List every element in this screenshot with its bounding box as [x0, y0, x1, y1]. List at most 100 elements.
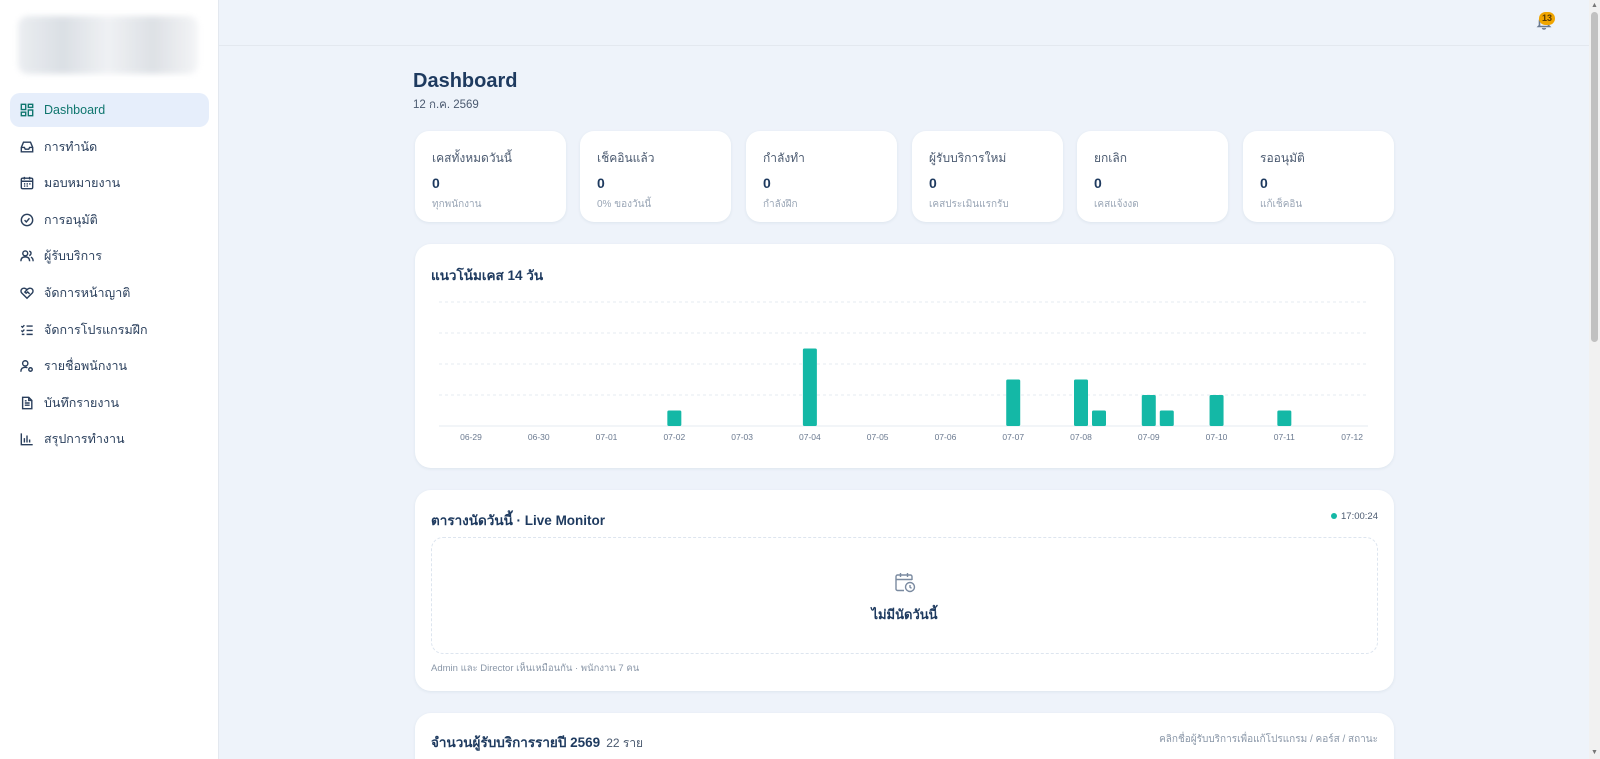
visibility-footnote: Admin และ Director เห็นเหมือนกัน · พนักง…	[431, 663, 640, 674]
empty-schedule-text: ไม่มีนัดวันนี้	[871, 607, 938, 622]
stat-card-pending-approval: รออนุมัติ 0 แก้เช็คอิน	[1243, 131, 1394, 222]
scroll-down-arrow[interactable]: ▼	[1591, 749, 1598, 757]
sidebar-item-label: บันทึกรายงาน	[44, 395, 120, 410]
live-monitor-panel: ตารางนัดวันนี้ · Live Monitor 17:00:24 ไ…	[415, 490, 1394, 691]
x-tick-label: 07-09	[1138, 432, 1160, 442]
chart-bar[interactable]	[667, 410, 682, 427]
stat-label: ผู้รับบริการใหม่	[929, 151, 1007, 165]
sidebar-item-label: การทำนัด	[44, 139, 98, 154]
yearly-title-text: จำนวนผู้รับบริการรายปี 2569	[431, 735, 601, 750]
topbar	[219, 0, 1589, 46]
chart-bar[interactable]	[1006, 379, 1021, 427]
chart-bar[interactable]	[1209, 395, 1224, 426]
x-tick-label: 07-05	[867, 432, 889, 442]
x-tick-label: 07-12	[1341, 432, 1363, 442]
sidebar-nav: Dashboard การทำนัด มอบหมายงาน การอนุมัติ…	[10, 93, 209, 459]
stat-label: รออนุมัติ	[1260, 151, 1305, 165]
x-tick-label: 07-02	[663, 432, 685, 442]
sidebar-item-label: รายชื่อพนักงาน	[44, 359, 128, 374]
stat-label: กำลังทำ	[763, 151, 805, 165]
sidebar-item-relatives[interactable]: จัดการหน้าญาติ	[10, 276, 209, 310]
grid-icon	[20, 103, 34, 117]
heart-handshake-icon	[20, 286, 34, 300]
x-tick-label: 07-08	[1070, 432, 1092, 442]
sidebar-item-label: Dashboard	[44, 103, 106, 117]
stat-label: เช็คอินแล้ว	[597, 151, 655, 165]
chart-bar[interactable]	[1277, 410, 1292, 427]
stat-sub: ทุกพนักงาน	[432, 199, 482, 210]
stat-card-total-cases: เคสทั้งหมดวันนี้ 0 ทุกพนักงาน	[415, 131, 566, 222]
x-tick-label: 07-03	[731, 432, 753, 442]
live-clock: 17:00:24	[1331, 511, 1378, 522]
calendar-icon	[20, 176, 34, 190]
calendar-clock-icon	[893, 570, 917, 594]
sidebar-item-clients[interactable]: ผู้รับบริการ	[10, 239, 209, 273]
file-text-icon	[20, 396, 34, 410]
yearly-count: 22 ราย	[606, 736, 644, 750]
trend-bar-chart: 06-29 06-30 07-01 07-02 07-03 07-04 07-05 07-06…	[439, 301, 1368, 442]
x-tick-label: 07-10	[1206, 432, 1228, 442]
user-cog-icon	[20, 359, 34, 373]
sidebar-item-reports[interactable]: บันทึกรายงาน	[10, 386, 209, 420]
stat-card-cancelled: ยกเลิก 0 เคสแจ้งงด	[1077, 131, 1228, 222]
live-status-dot	[1331, 513, 1338, 520]
notification-badge: 13	[1539, 12, 1556, 25]
sidebar-item-approvals[interactable]: การอนุมัติ	[10, 203, 209, 237]
stat-card-new-clients: ผู้รับบริการใหม่ 0 เคสประเมินแรกรับ	[912, 131, 1063, 222]
yearly-hint: คลิกชื่อผู้รับบริการเพื่อแก้โปรแกรม / คอ…	[1159, 734, 1378, 745]
x-tick-label: 07-07	[1002, 432, 1024, 442]
stat-label: เคสทั้งหมดวันนี้	[432, 151, 512, 165]
chart-bar[interactable]	[1092, 410, 1106, 427]
sidebar: Dashboard การทำนัด มอบหมายงาน การอนุมัติ…	[0, 0, 219, 759]
sidebar-item-work-summary[interactable]: สรุปการทำงาน	[10, 422, 209, 456]
sidebar-item-label: สรุปการทำงาน	[44, 432, 125, 447]
x-tick-label: 06-29	[460, 432, 482, 442]
chart-bar[interactable]	[1141, 395, 1156, 426]
stat-sub: 0% ของวันนี้	[597, 199, 652, 210]
stat-value: 0	[929, 175, 937, 191]
sidebar-item-label: จัดการโปรแกรมฝึก	[44, 322, 148, 337]
logo-blurred[interactable]	[18, 16, 198, 74]
sidebar-item-assign-work[interactable]: มอบหมายงาน	[10, 166, 209, 200]
stat-label: ยกเลิก	[1094, 151, 1128, 165]
stat-value: 0	[432, 175, 440, 191]
sidebar-item-label: จัดการหน้าญาติ	[44, 285, 131, 300]
scroll-up-arrow[interactable]: ▲	[1591, 2, 1598, 10]
yearly-clients-title: จำนวนผู้รับบริการรายปี 2569 22 ราย	[431, 731, 643, 753]
x-tick-label: 07-01	[596, 432, 618, 442]
check-circle-icon	[20, 213, 34, 227]
stat-sub: เคสแจ้งงด	[1094, 199, 1139, 210]
stat-value: 0	[597, 175, 605, 191]
list-checks-icon	[20, 323, 34, 337]
live-monitor-title: ตารางนัดวันนี้ · Live Monitor	[431, 513, 606, 528]
stat-value: 0	[763, 175, 771, 191]
live-time-text: 17:00:24	[1341, 511, 1378, 522]
trend-chart-panel: แนวโน้มเคส 14 วัน 06-29 06-30 07-01 07-02 07…	[415, 244, 1394, 468]
scroll-thumb[interactable]	[1591, 12, 1598, 342]
empty-schedule-box: ไม่มีนัดวันนี้	[431, 537, 1378, 654]
page-title: Dashboard	[413, 70, 518, 92]
sidebar-item-programs[interactable]: จัดการโปรแกรมฝึก	[10, 313, 209, 347]
chart-bar[interactable]	[1159, 410, 1174, 427]
x-tick-label: 07-06	[935, 432, 957, 442]
yearly-clients-panel: จำนวนผู้รับบริการรายปี 2569 22 ราย คลิกชื…	[415, 713, 1394, 759]
chart-bar[interactable]	[802, 348, 817, 427]
sidebar-item-staff[interactable]: รายชื่อพนักงาน	[10, 349, 209, 383]
sidebar-item-label: มอบหมายงาน	[44, 176, 121, 191]
stat-card-checked-in: เช็คอินแล้ว 0 0% ของวันนี้	[580, 131, 731, 222]
sidebar-item-label: ผู้รับบริการ	[44, 249, 102, 264]
x-tick-label: 06-30	[528, 432, 550, 442]
sidebar-item-appointments[interactable]: การทำนัด	[10, 130, 209, 164]
sidebar-item-label: การอนุมัติ	[44, 212, 98, 227]
sidebar-item-dashboard[interactable]: Dashboard	[10, 93, 209, 127]
page-date: 12 ก.ค. 2569	[413, 99, 479, 111]
stat-value: 0	[1094, 175, 1102, 191]
stat-sub: เคสประเมินแรกรับ	[929, 199, 1009, 210]
stat-card-in-progress: กำลังทำ 0 กำลังฝึก	[746, 131, 897, 222]
x-tick-label: 07-04	[799, 432, 821, 442]
stat-sub: แก้เช็คอิน	[1260, 199, 1303, 210]
stat-sub: กำลังฝึก	[763, 199, 798, 210]
inbox-icon	[20, 140, 34, 154]
page-scrollbar[interactable]: ▲ ▼	[1589, 0, 1600, 759]
chart-bar[interactable]	[1074, 379, 1088, 427]
